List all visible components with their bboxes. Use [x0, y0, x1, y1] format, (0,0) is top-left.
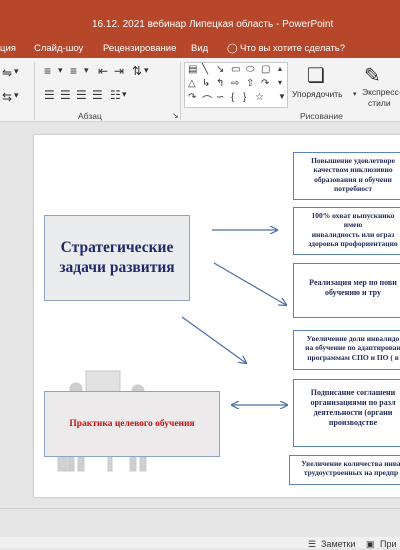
decrease-indent-icon[interactable]: ⇤	[98, 64, 108, 78]
goal-box-4-line: программам СПО и ПО ( в	[307, 352, 399, 362]
chevron-down-icon[interactable]: ▾	[14, 66, 19, 77]
freeform-icon[interactable]: ∽	[216, 92, 224, 103]
brace-right-icon[interactable]: }	[243, 92, 246, 103]
goal-box-4-line: на обучение по адаптирован	[305, 343, 400, 353]
justify-icon[interactable]: ☰	[92, 88, 103, 102]
arrange-icon[interactable]: ❏	[307, 63, 325, 88]
goal-box-2-line: имею	[343, 220, 363, 230]
gallery-up-icon[interactable]: ▴	[278, 64, 282, 73]
notes-icon[interactable]: ☰	[308, 539, 316, 550]
goal-box-1-line: потребност	[333, 184, 373, 194]
line-spacing-icon[interactable]: ⇅	[132, 64, 142, 78]
chevron-down-icon[interactable]: ▾	[58, 65, 63, 76]
tab-slideshow[interactable]: Слайд-шоу	[34, 43, 83, 54]
elbow-connector-icon[interactable]: ↳	[202, 78, 210, 89]
goal-box-5-line: производстве	[328, 418, 378, 427]
chevron-down-icon[interactable]: ▾	[144, 65, 149, 76]
arrow-icon[interactable]: ↘	[216, 64, 224, 75]
align-center-icon[interactable]: ☰	[60, 88, 71, 102]
goal-box-2-line: здоровья профориентацио	[308, 239, 398, 249]
curve-connector-icon[interactable]: ↰	[216, 78, 224, 89]
increase-indent-icon[interactable]: ⇥	[114, 64, 124, 78]
up-arrow-icon[interactable]: ⇧	[246, 78, 254, 89]
strategic-goals-box[interactable]: Стратегические задачи развития	[44, 215, 190, 301]
rounded-rect-icon[interactable]: ▢	[261, 64, 270, 75]
gallery-down-icon[interactable]: ▾	[278, 78, 282, 87]
quick-styles-icon[interactable]: ✎	[364, 63, 381, 88]
align-text-icon[interactable]: ⇆	[2, 90, 12, 104]
slide-canvas[interactable]: Стратегические задачи развития Практика …	[34, 135, 400, 497]
quick-styles-label-2[interactable]: стили	[368, 98, 391, 108]
tab-review[interactable]: Рецензирование	[103, 43, 176, 54]
chevron-down-icon[interactable]: ▾	[353, 90, 357, 98]
goal-box-5-line: Подписание соглашени	[310, 388, 396, 397]
goal-box-6[interactable]: Увеличение количества инва трудоустроенн…	[289, 455, 400, 485]
align-right-icon[interactable]: ☰	[76, 88, 87, 102]
paragraph-launcher-icon[interactable]: ↘	[172, 111, 179, 120]
goal-box-2-line: инвалидность или ограз	[311, 229, 395, 239]
status-bar: ☰ Заметки ▣ При	[0, 508, 400, 550]
chevron-down-icon[interactable]: ▾	[14, 90, 19, 101]
title-bar: 16.12. 2021 вебинар Липецкая область - P…	[0, 0, 400, 40]
ribbon: ⇋ ▾ ⇆ ▾ ≡ ▾ ≡ ▾ ⇤ ⇥ ⇅ ▾ ☰ ☰ ☰ ☰ ☷ ▾ Абза…	[0, 58, 400, 122]
goal-box-3-line: обучению и тру	[324, 288, 382, 297]
star-icon[interactable]: ☆	[255, 92, 264, 103]
tab-view[interactable]: Вид	[191, 43, 208, 54]
strategic-goals-text: Стратегические задачи развития	[59, 238, 175, 276]
arrow-to-box-3	[213, 262, 286, 305]
rectangle-icon[interactable]: ▭	[231, 64, 240, 75]
textbox-icon[interactable]: ▤	[188, 64, 197, 75]
arc-icon[interactable]: ⌒	[202, 92, 212, 107]
align-left-icon[interactable]: ☰	[44, 88, 55, 102]
goal-box-3[interactable]: Реализация мер по пови обучению и тру	[293, 263, 400, 318]
shapes-gallery[interactable]: ▤ ╲ ↘ ▭ ⬭ ▢ △ ↳ ↰ ⇨ ⇧ ↷ ↷ ⌒ ∽ { } ☆ ▴ ▾ …	[184, 62, 288, 108]
slide-workspace: Стратегические задачи развития Практика …	[0, 122, 400, 508]
goal-box-6-line: Увеличение количества инва	[301, 459, 400, 468]
window-title: 16.12. 2021 вебинар Липецкая область - P…	[92, 19, 334, 30]
target-training-box[interactable]: Практика целевого обучения	[44, 391, 220, 457]
text-direction-icon[interactable]: ⇋	[2, 66, 12, 80]
oval-icon[interactable]: ⬭	[246, 64, 255, 75]
triangle-icon[interactable]: △	[188, 78, 196, 89]
tab-animations[interactable]: ция	[0, 43, 16, 54]
lightbulb-icon: ◯	[227, 43, 238, 54]
arrange-button[interactable]: Упорядочить	[292, 89, 343, 99]
quick-styles-label[interactable]: Экспресс-	[362, 87, 400, 97]
arrow-to-box-4	[181, 316, 246, 363]
menu-bar: ция Слайд-шоу Рецензирование Вид ◯ Что в…	[0, 40, 400, 58]
target-training-text: Практика целевого обучения	[69, 419, 195, 429]
goal-box-6-line: трудоустроенных на предпр	[303, 468, 399, 478]
goal-box-1-line: образования и обучени	[314, 174, 392, 184]
comments-icon[interactable]: ▣	[366, 539, 375, 550]
tell-me-input[interactable]: Что вы хотите сделать?	[240, 43, 345, 54]
goal-box-4[interactable]: Увеличение доли инвалидо на обучение по …	[293, 330, 400, 370]
goal-box-2-line: 100% охват выпускнико	[311, 211, 395, 220]
right-arrow-icon[interactable]: ⇨	[231, 78, 239, 89]
chevron-down-icon[interactable]: ▾	[84, 65, 89, 76]
goal-box-3-line: Реализация мер по пови	[309, 278, 397, 287]
gallery-more-icon[interactable]: ▼	[278, 92, 286, 101]
goal-box-5-line: деятельности (органи	[313, 408, 393, 417]
numbering-icon[interactable]: ≡	[70, 64, 77, 78]
goal-box-4-line: Увеличение доли инвалидо	[306, 334, 400, 343]
curve-icon[interactable]: ↷	[188, 92, 196, 103]
chevron-down-icon[interactable]: ▾	[122, 89, 127, 100]
line-icon[interactable]: ╲	[202, 64, 208, 75]
goal-box-5-line: организациями по разл	[310, 398, 396, 407]
goal-box-1-line: Повышение удовлетворе	[311, 156, 395, 165]
brace-left-icon[interactable]: {	[231, 92, 234, 103]
bullets-icon[interactable]: ≡	[44, 64, 51, 78]
goal-box-2[interactable]: 100% охват выпускнико имею инвалидность …	[293, 207, 400, 255]
horizontal-scroll-area[interactable]	[0, 509, 400, 537]
paragraph-group-label: Абзац	[78, 111, 102, 121]
goal-box-1-line: качеством инклюзивно	[313, 165, 393, 175]
columns-icon[interactable]: ☷	[110, 88, 121, 102]
goal-box-5[interactable]: Подписание соглашени организациями по ра…	[293, 379, 400, 447]
shape-icon[interactable]: ↷	[261, 78, 269, 89]
goal-box-1[interactable]: Повышение удовлетворе качеством инклюзив…	[293, 152, 400, 200]
drawing-group-label: Рисование	[300, 111, 343, 121]
